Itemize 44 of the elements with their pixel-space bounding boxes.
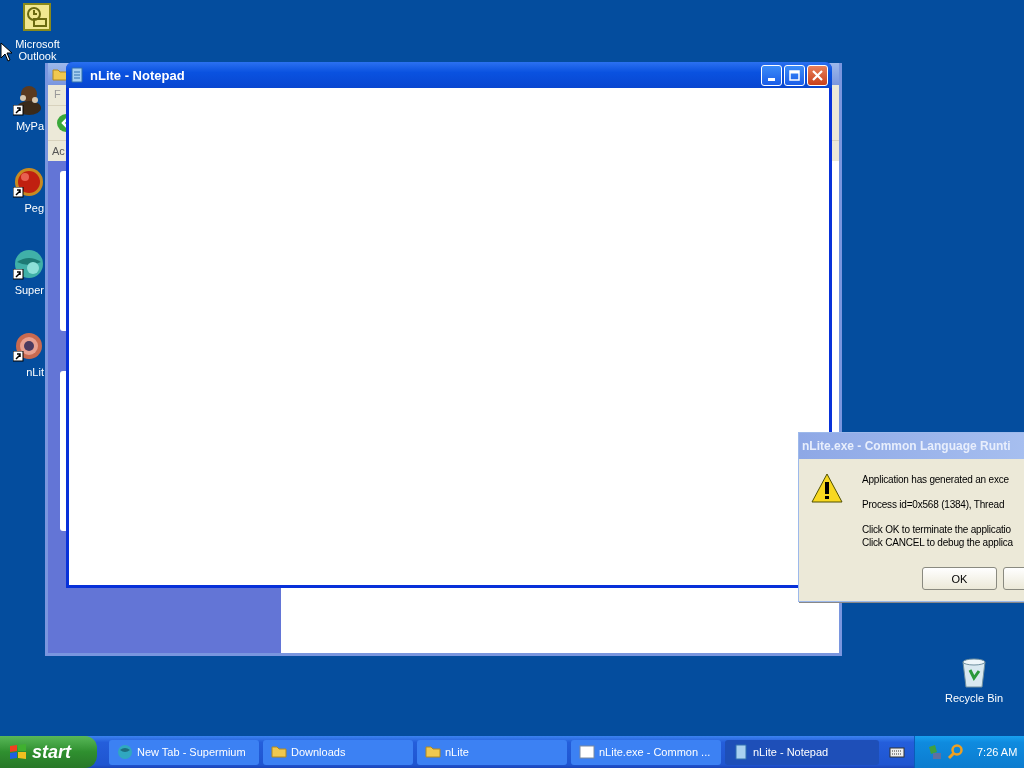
taskbar-button[interactable]: New Tab - Supermium xyxy=(109,739,259,765)
warning-icon xyxy=(811,473,843,503)
start-button[interactable]: start xyxy=(0,736,97,768)
icon-label[interactable]: nLit xyxy=(26,366,45,378)
clock: 7:26 AM xyxy=(977,746,1018,758)
notepad-icon xyxy=(733,744,749,760)
message-text: Application has generated an exce xyxy=(862,473,1010,486)
icon-label[interactable]: MyPa xyxy=(15,120,45,132)
icon-label[interactable]: Recycle Bin xyxy=(944,692,1004,704)
icon-label[interactable]: Microsoft Outlook xyxy=(7,38,69,62)
folder-icon xyxy=(52,67,68,81)
address-label: Ac xyxy=(51,144,66,159)
message-text: Click CANCEL to debug the applica xyxy=(862,536,1013,549)
taskbar-button[interactable]: nLite.exe - Common ... xyxy=(571,739,721,765)
notepad-icon xyxy=(70,67,84,83)
taskbar-button[interactable]: nLite - Notepad xyxy=(725,739,879,765)
app-icon xyxy=(13,330,45,362)
folder-icon xyxy=(271,744,287,760)
window-title: nLite.exe - Common Language Runti xyxy=(802,439,1011,453)
message-text: Process id=0x568 (1384), Thread xyxy=(862,498,1006,511)
keyboard-icon xyxy=(889,746,905,758)
message-text: Click OK to terminate the applicatio xyxy=(862,523,1012,536)
recycle-bin-icon xyxy=(959,656,989,688)
ok-button[interactable]: OK xyxy=(922,567,997,590)
minimize-button[interactable] xyxy=(761,64,782,86)
cursor-icon xyxy=(0,42,12,62)
app-icon xyxy=(13,248,45,280)
icon-label[interactable]: Peg xyxy=(24,202,45,214)
taskbar-button[interactable]: Downloads xyxy=(263,739,413,765)
window-icon xyxy=(579,744,595,760)
taskbar-button[interactable]: nLite xyxy=(417,739,567,765)
network-icon xyxy=(927,744,943,760)
window-title: nLite - Notepad xyxy=(90,67,186,83)
minimize-icon xyxy=(768,77,775,81)
app-icon xyxy=(13,166,45,198)
maximize-icon xyxy=(789,69,800,81)
windows-logo-icon xyxy=(8,743,28,761)
folder-icon xyxy=(425,744,441,760)
close-button[interactable] xyxy=(807,64,828,86)
magnifier-icon xyxy=(947,744,963,760)
globe-icon xyxy=(117,744,133,760)
maximize-button[interactable] xyxy=(784,64,805,86)
icon-label[interactable]: Super xyxy=(14,284,45,296)
close-icon xyxy=(812,69,823,81)
